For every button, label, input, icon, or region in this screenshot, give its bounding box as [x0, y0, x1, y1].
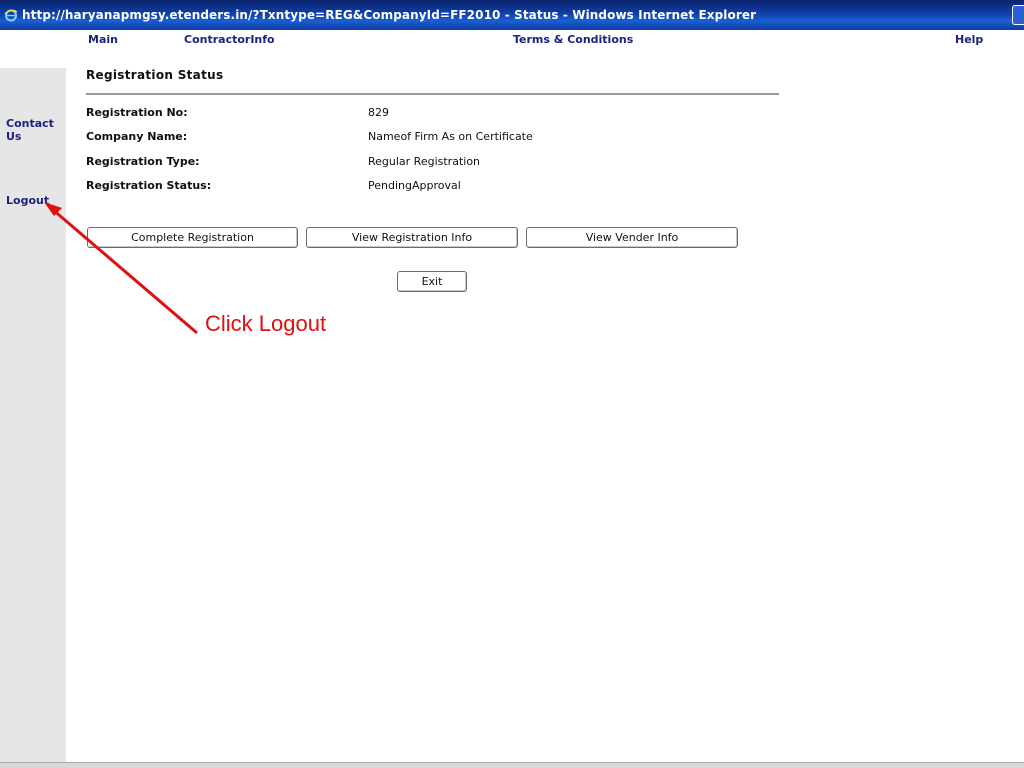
info-row-registration-status: Registration Status: PendingApproval	[86, 179, 686, 195]
field-value: PendingApproval	[368, 179, 461, 192]
nav-terms-conditions[interactable]: Terms & Conditions	[513, 33, 633, 46]
complete-registration-button[interactable]: Complete Registration	[87, 227, 298, 248]
annotation-label: Click Logout	[205, 311, 327, 336]
field-label: Registration Type:	[86, 155, 200, 168]
info-row-registration-no: Registration No: 829	[86, 106, 686, 122]
info-row-registration-type: Registration Type: Regular Registration	[86, 155, 686, 171]
contact-line-1: Contact	[6, 117, 54, 130]
window-titlebar: http://haryanapmgsy.etenders.in/?Txntype…	[0, 0, 1024, 30]
nav-help[interactable]: Help	[955, 33, 983, 46]
nav-main[interactable]: Main	[88, 33, 118, 46]
window-title: http://haryanapmgsy.etenders.in/?Txntype…	[22, 8, 757, 22]
window-control-button[interactable]	[1012, 5, 1024, 25]
field-value: Nameof Firm As on Certificate	[368, 130, 533, 143]
window-bottom-edge	[0, 762, 1024, 768]
view-registration-info-button[interactable]: View Registration Info	[306, 227, 518, 248]
field-value: 829	[368, 106, 389, 119]
top-navigation: Main ContractorInfo Terms & Conditions H…	[0, 30, 1024, 52]
info-row-company-name: Company Name: Nameof Firm As on Certific…	[86, 130, 686, 146]
field-label: Registration No:	[86, 106, 188, 119]
sidebar-logout[interactable]: Logout	[6, 194, 49, 207]
left-sidebar: Contact Us Logout	[0, 68, 66, 762]
contact-line-2: Us	[6, 130, 22, 143]
title-divider	[86, 93, 779, 95]
sidebar-contact-us[interactable]: Contact Us	[6, 117, 54, 143]
field-label: Registration Status:	[86, 179, 212, 192]
page-title: Registration Status	[86, 68, 224, 82]
view-vender-info-button[interactable]: View Vender Info	[526, 227, 738, 248]
field-value: Regular Registration	[368, 155, 481, 168]
field-label: Company Name:	[86, 130, 188, 143]
ie-icon	[4, 8, 18, 22]
nav-contractor-info[interactable]: ContractorInfo	[184, 33, 275, 46]
exit-button[interactable]: Exit	[397, 271, 467, 292]
